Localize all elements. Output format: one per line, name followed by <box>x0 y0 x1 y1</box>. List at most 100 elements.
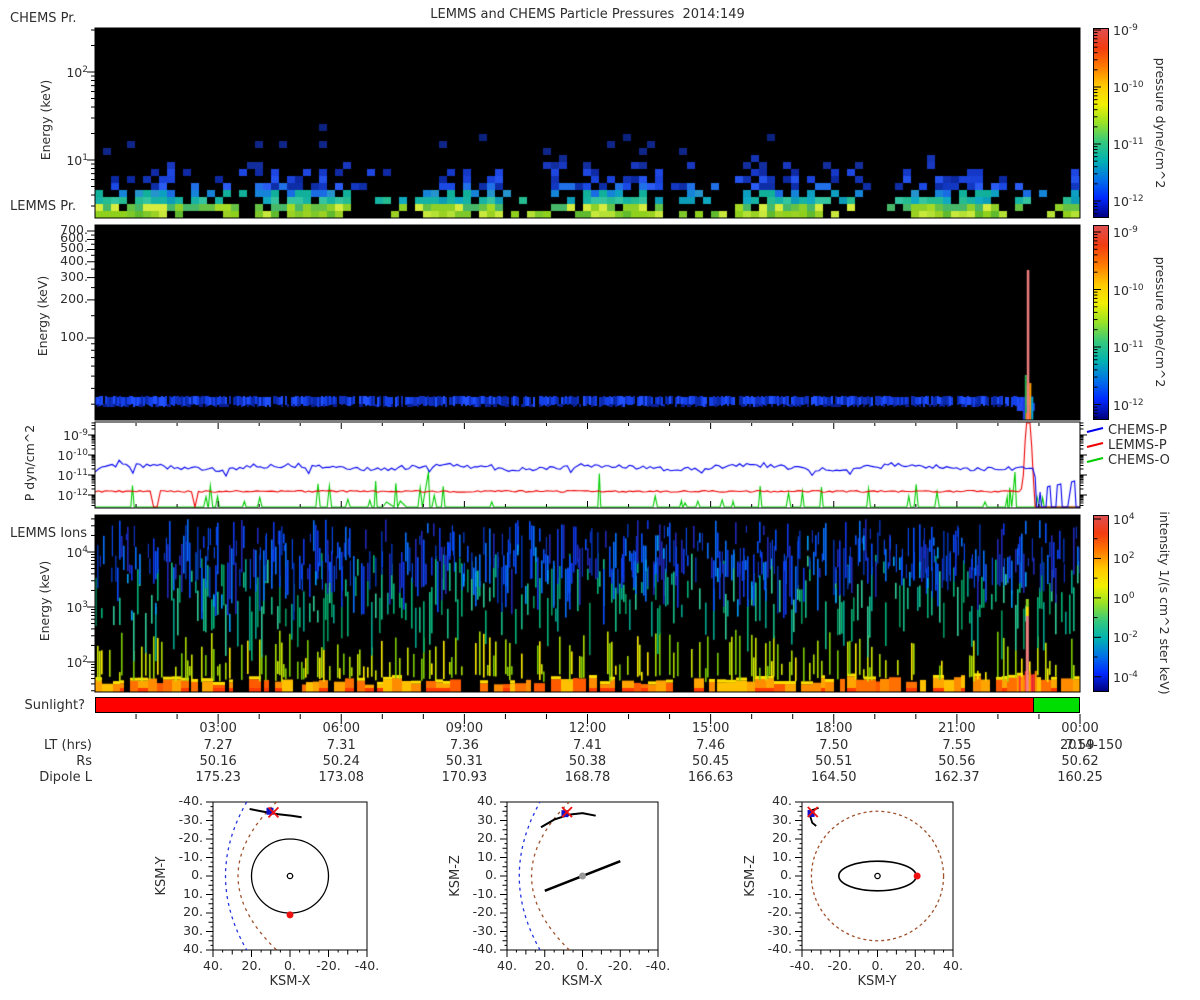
lt-value: 7.41 <box>573 738 602 753</box>
colorbar-middle-label: pressure dyne/cm^2 <box>1153 256 1168 388</box>
pressure-y-tick-label: 10-10 <box>57 448 88 464</box>
lemms-y-tick-label: 100. <box>60 328 88 344</box>
orbit-x-tick-label: 40. <box>203 958 223 973</box>
lemms-y-tick-label: 200. <box>60 290 88 306</box>
time-tick-label: 21:00 <box>938 721 976 736</box>
orbit-magnetopause <box>530 802 570 950</box>
time-tick-label: 03:00 <box>199 721 237 736</box>
orbit-y-tick-label: 20. <box>477 830 497 845</box>
rs-value: 50.38 <box>568 754 607 769</box>
lt-value: 7.31 <box>326 738 356 753</box>
chems-pressure-spectrogram-canvas <box>95 28 1080 218</box>
dipole-l-value: 160.25 <box>1057 770 1103 785</box>
time-tick-label: 09:00 <box>445 721 484 736</box>
orbit-x-tick-label: -40. <box>645 958 671 973</box>
ions-panel-label: LEMMS Ions <box>10 526 88 541</box>
orbit-y-tick-label: -40. <box>767 941 792 956</box>
time-tick-label: 12:00 <box>568 721 607 736</box>
orbit-y-tick-label: 10. <box>183 885 203 901</box>
rs-value: 50.62 <box>1061 754 1099 769</box>
orbit2-x-axis-label: KSM-X <box>561 974 603 989</box>
rs-value: 50.31 <box>445 754 483 769</box>
lemms-panel-label: LEMMS Pr. <box>10 199 77 214</box>
rs-value: 50.51 <box>815 754 853 769</box>
time-tick-label: 15:00 <box>691 721 730 736</box>
orbit-y-tick-label: -10. <box>767 885 792 901</box>
orbit-y-tick-label: 40. <box>772 793 792 808</box>
legend-swatch-lemms-p <box>1086 442 1104 448</box>
legend-swatch-chems-o <box>1086 457 1104 463</box>
lt-value: 7.27 <box>203 738 233 753</box>
orbit-spacecraft-now <box>267 806 280 818</box>
orbit-spacecraft-now <box>561 806 573 818</box>
orbit-y-tick-label: 30. <box>772 811 792 827</box>
colorbar-tick-label: 10-10 <box>1113 80 1144 96</box>
colorbar-tick-label: 10-10 <box>1113 282 1144 298</box>
orbit-spacecraft-start <box>807 809 815 817</box>
orbit-x-tick-label: 40. <box>943 958 963 973</box>
orbit-frame-1 <box>212 801 368 951</box>
orbit-spacecraft-now <box>267 806 280 818</box>
orbit-y-tick-label: 0. <box>191 867 203 882</box>
dipole-l-value: 173.08 <box>318 770 365 785</box>
lt-value: 7.59 <box>1065 738 1095 753</box>
orbit-trajectory <box>249 808 302 819</box>
colorbar-tick-label: 10-12 <box>1113 194 1144 210</box>
intensity-colorbar <box>1093 515 1109 692</box>
orbit-saturn <box>286 872 294 880</box>
colorbar-tick-label: 10-9 <box>1113 23 1138 39</box>
ions-y-tick-label: 104 <box>66 545 88 561</box>
orbit-frame-3 <box>801 801 954 951</box>
sunlight-label: Sunlight? <box>24 698 85 713</box>
colorbar-top-label: pressure dyne/cm^2 <box>1153 57 1168 189</box>
orbit-saturn <box>579 872 586 880</box>
dipole-l-value: 175.23 <box>195 770 241 785</box>
lt-value: 7.55 <box>942 738 972 753</box>
dipole-l-value: 166.63 <box>687 770 734 785</box>
ions-y-tick-label: 102 <box>66 655 88 671</box>
orbit-moon-marker <box>286 911 294 919</box>
orbit-y-tick-label: -10. <box>472 885 497 901</box>
colorbar-tick-label: 10-11 <box>1113 340 1144 356</box>
orbit-x-tick-label: -20. <box>316 958 341 973</box>
rs-value: 50.24 <box>322 754 360 769</box>
rs-value: 50.45 <box>692 754 730 769</box>
colorbar-tick-label: 104 <box>1113 512 1135 528</box>
orbit-spacecraft-start <box>561 810 569 818</box>
orbit-y-tick-label: 30. <box>183 922 203 938</box>
orbit-y-tick-label: -30. <box>178 811 203 827</box>
intensity-colorbar-label: intensity 1/(s cm^2 ster keV) <box>1157 511 1172 695</box>
orbit-orbit-edge-on <box>544 860 621 892</box>
orbit-y-tick-label: 20. <box>183 904 203 919</box>
orbit-y-tick-label: 20. <box>772 830 792 845</box>
orbit-spacecraft-start <box>266 807 274 815</box>
legend-item-chems-o: CHEMS-O <box>1108 453 1170 468</box>
orbit-y-tick-label: 0. <box>485 867 497 882</box>
dipole-l-value: 170.93 <box>441 770 488 785</box>
orbit-y-tick-label: 0. <box>780 867 792 882</box>
orbit-y-tick-label: -20. <box>472 904 497 919</box>
row-label-dipole: Dipole L <box>39 770 92 785</box>
sunlight-segment-no-sunlight <box>96 698 1034 712</box>
dipole-l-value: 168.78 <box>564 770 611 785</box>
orbit-frame-2 <box>506 801 659 951</box>
orbit-titan-orbit <box>250 838 330 914</box>
orbit-content-2 <box>518 802 621 950</box>
colorbar-tick-label: 10-2 <box>1113 630 1138 646</box>
lt-value: 7.46 <box>696 738 726 753</box>
colorbar-tick-label: 10-9 <box>1113 225 1138 241</box>
legend-item-lemms-p: LEMMS-P <box>1108 438 1167 453</box>
row-label-lt: LT (hrs) <box>43 738 92 753</box>
chems-panel-label: CHEMS Pr. <box>10 11 77 26</box>
lemms-y-tick-label: 400. <box>60 252 88 268</box>
chems-y-tick-label: 102 <box>66 65 88 81</box>
lt-value: 7.50 <box>819 738 849 753</box>
colorbar-tick-label: 10-11 <box>1113 137 1144 153</box>
pressure-y-tick-label: 10-11 <box>57 468 88 484</box>
pressure-lineplot-canvas <box>95 422 1080 508</box>
dipole-l-value: 164.50 <box>811 770 857 785</box>
orbit-spacecraft-now <box>807 806 819 818</box>
pressure-y-tick-label: 10-12 <box>57 488 88 504</box>
orbit-y-tick-label: 30. <box>477 811 497 827</box>
rs-value: 50.56 <box>938 754 976 769</box>
